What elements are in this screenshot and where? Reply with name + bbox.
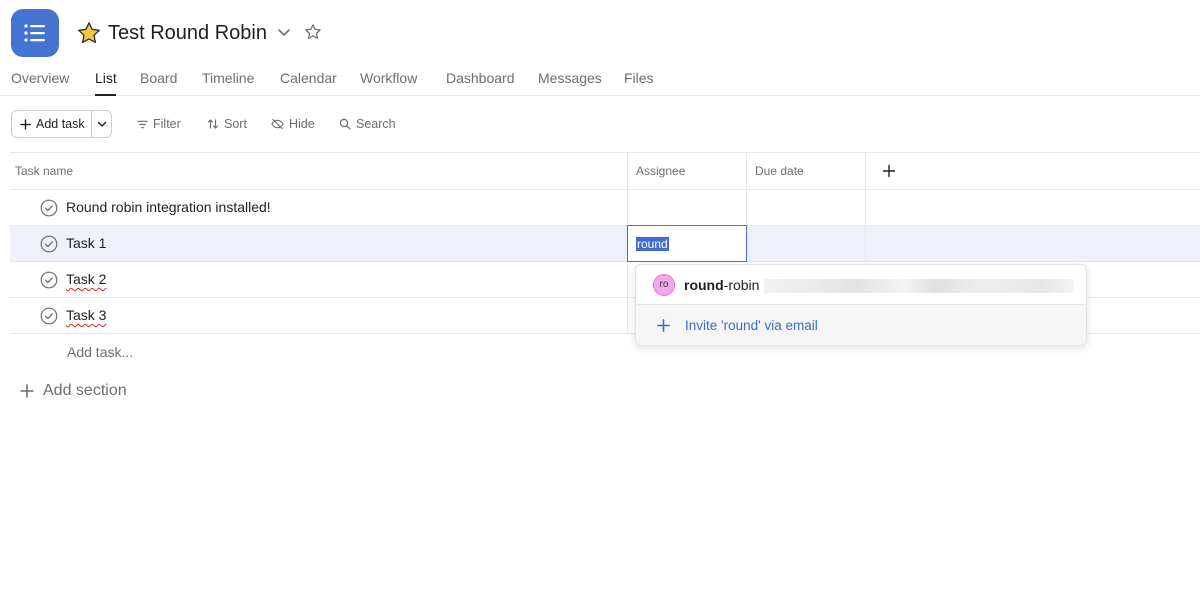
check-circle-icon[interactable] [40,307,58,325]
column-divider [865,153,866,190]
redacted-email [764,279,1074,293]
add-task-inline[interactable]: Add task... [67,342,133,362]
column-header-task-name[interactable]: Task name [15,153,73,190]
table-row-selected[interactable]: Task 1 [10,226,1200,262]
assignee-suggestions-dropdown: ro round-robin Invite 'round' via email [635,264,1087,346]
star-emoji-icon [78,22,100,44]
add-section-button[interactable]: Add section [20,382,127,400]
cell-divider [627,298,628,333]
hide-label: Hide [289,117,315,131]
filter-icon [137,120,148,128]
tab-calendar[interactable]: Calendar [280,68,337,88]
cell-divider [627,190,628,225]
suggestion-name: round-robin [684,277,759,293]
project-tabs: Overview List Board Timeline Calendar Wo… [0,68,1200,96]
tab-workflow[interactable]: Workflow [360,68,417,88]
plus-icon [20,384,34,398]
tab-messages[interactable]: Messages [538,68,602,88]
task-name[interactable]: Task 3 [66,298,106,333]
plus-icon [20,118,31,130]
tab-board[interactable]: Board [140,68,177,88]
add-task-label: Add task [36,117,85,131]
sort-icon [207,119,219,129]
tab-files[interactable]: Files [624,68,654,88]
filter-button[interactable]: Filter [137,114,181,134]
assignee-suggestion-item[interactable]: ro round-robin [636,265,1086,305]
active-tab-indicator [95,94,116,96]
assignee-input-text[interactable]: round [636,237,669,251]
filter-label: Filter [153,117,181,131]
check-circle-icon[interactable] [40,199,58,217]
list-icon [24,24,45,42]
cell-divider [627,262,628,297]
tab-list[interactable]: List [95,68,117,88]
search-label: Search [356,117,396,131]
task-name[interactable]: Task 2 [66,262,106,297]
favorite-star-icon[interactable] [304,23,322,41]
chevron-down-icon[interactable] [276,24,292,40]
sort-label: Sort [224,117,247,131]
add-task-button[interactable]: Add task [12,111,91,137]
chevron-down-icon [97,121,107,127]
suggestion-match: round [684,277,724,293]
add-column-plus-icon[interactable] [882,164,896,178]
add-task-split-button: Add task [11,110,112,138]
cell-divider [865,226,866,261]
check-circle-icon[interactable] [40,271,58,289]
column-divider [746,153,747,190]
check-circle-icon[interactable] [40,235,58,253]
app-icon[interactable] [11,9,59,57]
avatar: ro [653,274,675,296]
suggestion-rest: -robin [723,277,760,293]
invite-label: Invite 'round' via email [685,317,818,333]
add-task-dropdown-button[interactable] [92,111,112,137]
search-icon [339,118,351,130]
table-row[interactable]: Round robin integration installed! [10,190,1200,226]
search-button[interactable]: Search [339,114,396,134]
tab-dashboard[interactable]: Dashboard [446,68,515,88]
cell-divider [746,190,747,225]
task-name[interactable]: Round robin integration installed! [66,190,271,225]
column-divider [627,153,628,190]
column-header-assignee[interactable]: Assignee [636,153,685,190]
cell-divider [865,190,866,225]
task-name[interactable]: Task 1 [66,226,106,261]
plus-icon [657,318,670,332]
table-header: Task name Assignee Due date [10,152,1200,190]
hide-button[interactable]: Hide [271,114,315,134]
add-section-label: Add section [43,382,127,399]
sort-button[interactable]: Sort [207,114,247,134]
eye-off-icon [271,118,284,130]
invite-via-email-option[interactable]: Invite 'round' via email [636,305,1086,345]
column-header-due-date[interactable]: Due date [755,153,804,190]
assignee-input-field[interactable]: round [627,225,747,262]
project-title[interactable]: Test Round Robin [108,20,267,46]
tab-timeline[interactable]: Timeline [202,68,254,88]
tab-overview[interactable]: Overview [11,68,69,88]
